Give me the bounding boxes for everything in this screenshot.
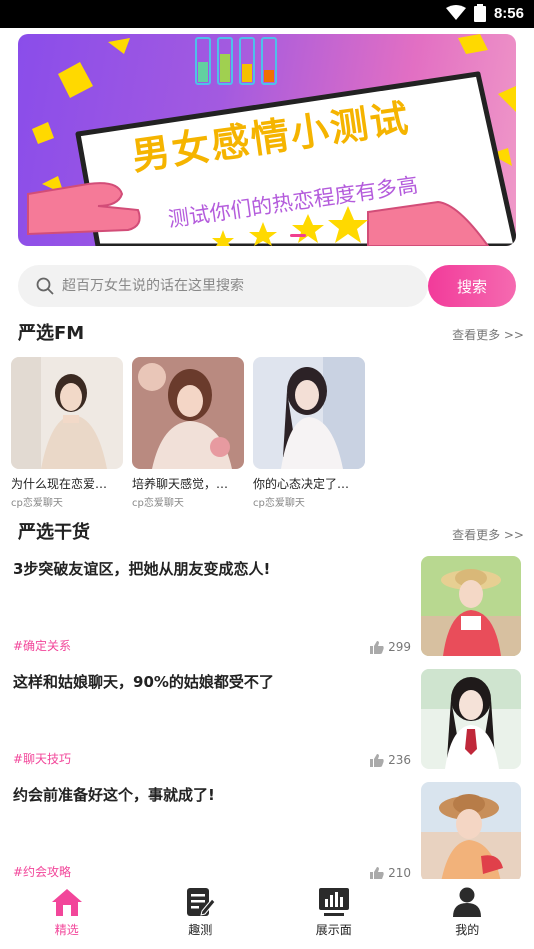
articles-more-link[interactable]: 查看更多 >> [452, 526, 524, 543]
article-likes[interactable]: 299 [370, 640, 411, 654]
fm-source: cp恋爱聊天 [11, 498, 63, 509]
article-row[interactable]: 3步突破友谊区，把她从朋友变成恋人! #确定关系 299 [0, 556, 534, 660]
articles-section-title: 严选干货 [18, 522, 90, 543]
article-thumbnail [421, 782, 521, 882]
thumbs-up-icon [370, 866, 384, 880]
article-likes[interactable]: 210 [370, 866, 411, 880]
fm-card[interactable]: 你的心态决定了… cp恋爱聊天 [253, 357, 365, 509]
fm-cover-image [253, 357, 365, 469]
fm-source: cp恋爱聊天 [132, 498, 184, 509]
promo-banner[interactable]: 男女感情小测试 测试你们的热恋程度有多高 [18, 34, 516, 246]
tab-showcase[interactable]: 展示面 [267, 879, 401, 949]
fm-cover-image [132, 357, 244, 469]
note-edit-icon [187, 888, 216, 916]
fm-section-title: 严选FM [18, 323, 85, 344]
tab-featured[interactable]: 精选 [0, 879, 134, 949]
search-button[interactable]: 搜索 [428, 265, 516, 307]
search-field[interactable] [18, 265, 428, 307]
article-row[interactable]: 这样和姑娘聊天，90%的姑娘都受不了 #聊天技巧 236 [0, 669, 534, 773]
tab-label: 精选 [54, 923, 79, 937]
article-row[interactable]: 约会前准备好这个，事就成了! #约会攻略 210 [0, 782, 534, 886]
fm-card[interactable]: 为什么现在恋爱… cp恋爱聊天 [11, 357, 123, 509]
fm-title: 你的心态决定了… [253, 477, 350, 491]
thumbs-up-icon [370, 753, 384, 767]
search-input[interactable] [62, 278, 392, 294]
likes-count: 299 [388, 640, 411, 654]
article-thumbnail [421, 669, 521, 769]
tab-label: 趣测 [188, 923, 213, 937]
likes-count: 210 [388, 866, 411, 880]
article-title: 约会前准备好这个，事就成了! [13, 786, 215, 804]
article-tag[interactable]: #聊天技巧 [13, 750, 71, 767]
article-title: 这样和姑娘聊天，90%的姑娘都受不了 [13, 673, 274, 691]
fm-list: 为什么现在恋爱… cp恋爱聊天 培养聊天感觉，… cp恋爱聊天 你的心态决定了…… [11, 357, 365, 509]
fm-title: 为什么现在恋爱… [11, 477, 108, 491]
wifi-icon [445, 5, 466, 20]
tab-quiz[interactable]: 趣测 [134, 879, 268, 949]
fm-source: cp恋爱聊天 [253, 498, 305, 509]
battery-icon [473, 4, 486, 22]
status-bar: 8:56 [0, 0, 534, 28]
banner-page-indicator [290, 234, 306, 237]
search-bar: 搜索 [18, 265, 516, 307]
tab-profile[interactable]: 我的 [401, 879, 534, 949]
fm-title: 培养聊天感觉，… [132, 477, 229, 491]
likes-count: 236 [388, 753, 411, 767]
status-time: 8:56 [493, 4, 524, 22]
search-icon [36, 277, 54, 295]
article-tag[interactable]: #确定关系 [13, 637, 71, 654]
chart-monitor-icon [318, 888, 349, 916]
user-icon [453, 887, 482, 917]
article-likes[interactable]: 236 [370, 753, 411, 767]
fm-card[interactable]: 培养聊天感觉，… cp恋爱聊天 [132, 357, 244, 509]
fm-cover-image [11, 357, 123, 469]
bottom-tab-bar: 精选 趣测 展示面 我的 [0, 879, 534, 949]
tab-label: 展示面 [315, 923, 352, 937]
fm-more-link[interactable]: 查看更多 >> [452, 326, 524, 343]
thumbs-up-icon [370, 640, 384, 654]
home-icon [51, 889, 82, 916]
article-title: 3步突破友谊区，把她从朋友变成恋人! [13, 560, 271, 578]
article-thumbnail [421, 556, 521, 656]
article-tag[interactable]: #约会攻略 [13, 863, 71, 880]
tab-label: 我的 [455, 923, 480, 937]
